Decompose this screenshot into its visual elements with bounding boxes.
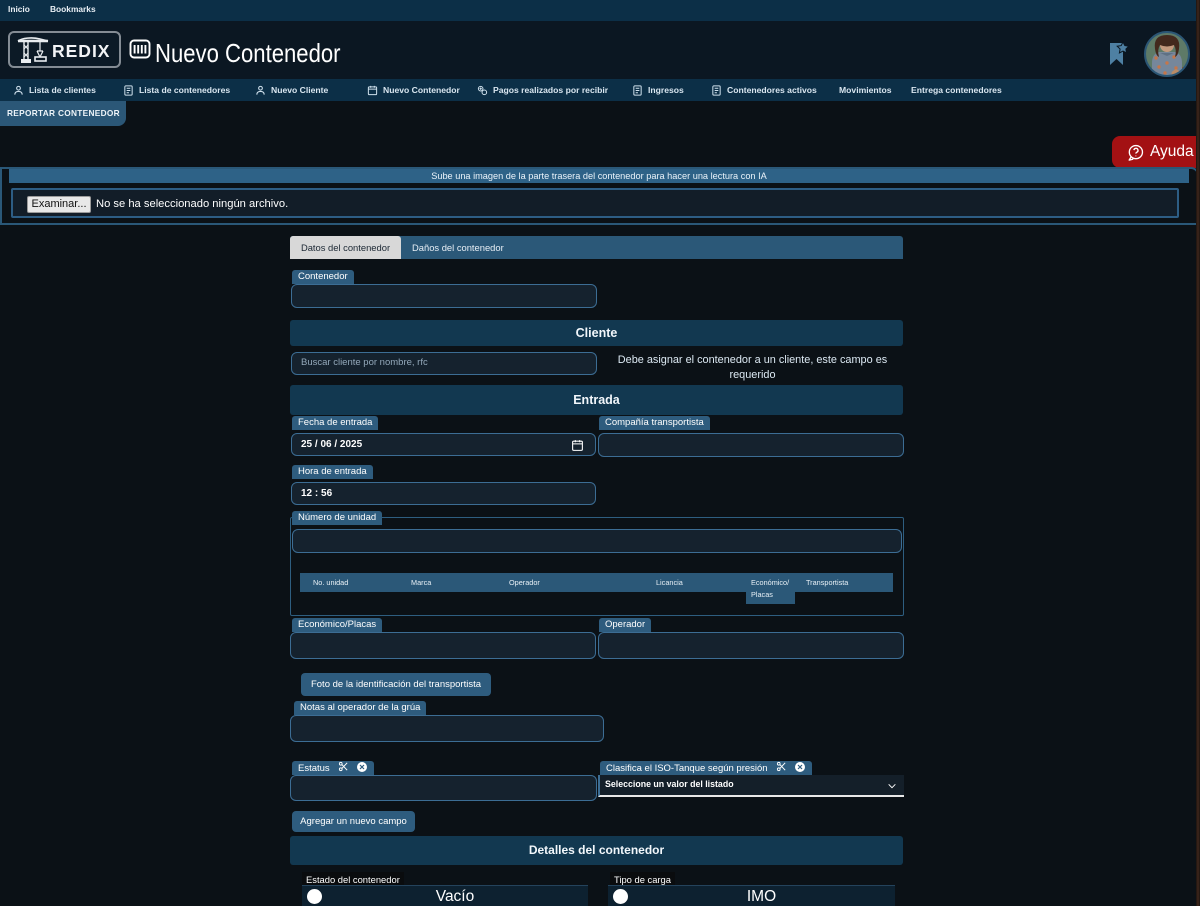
svg-text:REDIX: REDIX xyxy=(52,41,110,61)
